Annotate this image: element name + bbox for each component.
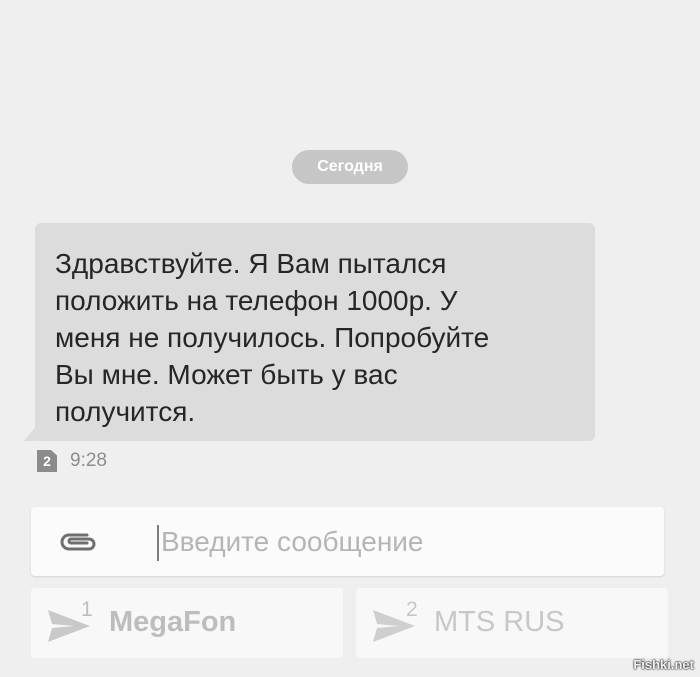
text-cursor	[157, 525, 159, 561]
sim-number: 2	[406, 598, 418, 621]
incoming-message-bubble[interactable]: Здравствуйте. Я Вам пытался положить на …	[35, 223, 595, 441]
sim-card-badge: 2	[37, 450, 57, 472]
send-button-sim2[interactable]: 2 MTS RUS	[356, 588, 668, 658]
conversation-screen: Сегодня Здравствуйте. Я Вам пытался поло…	[0, 0, 700, 677]
watermark: Fishki.net	[633, 657, 694, 672]
sim-number: 1	[81, 598, 93, 621]
carrier-label: MegaFon	[109, 606, 237, 638]
message-time: 9:28	[70, 450, 107, 471]
message-input[interactable]	[161, 521, 641, 563]
send-button-sim1[interactable]: 1 MegaFon	[31, 588, 343, 658]
date-divider: Сегодня	[292, 150, 408, 184]
message-meta: 2 9:28	[37, 450, 107, 472]
carrier-label: MTS RUS	[434, 606, 565, 638]
compose-bar	[31, 507, 664, 576]
paperclip-icon[interactable]	[57, 529, 101, 555]
